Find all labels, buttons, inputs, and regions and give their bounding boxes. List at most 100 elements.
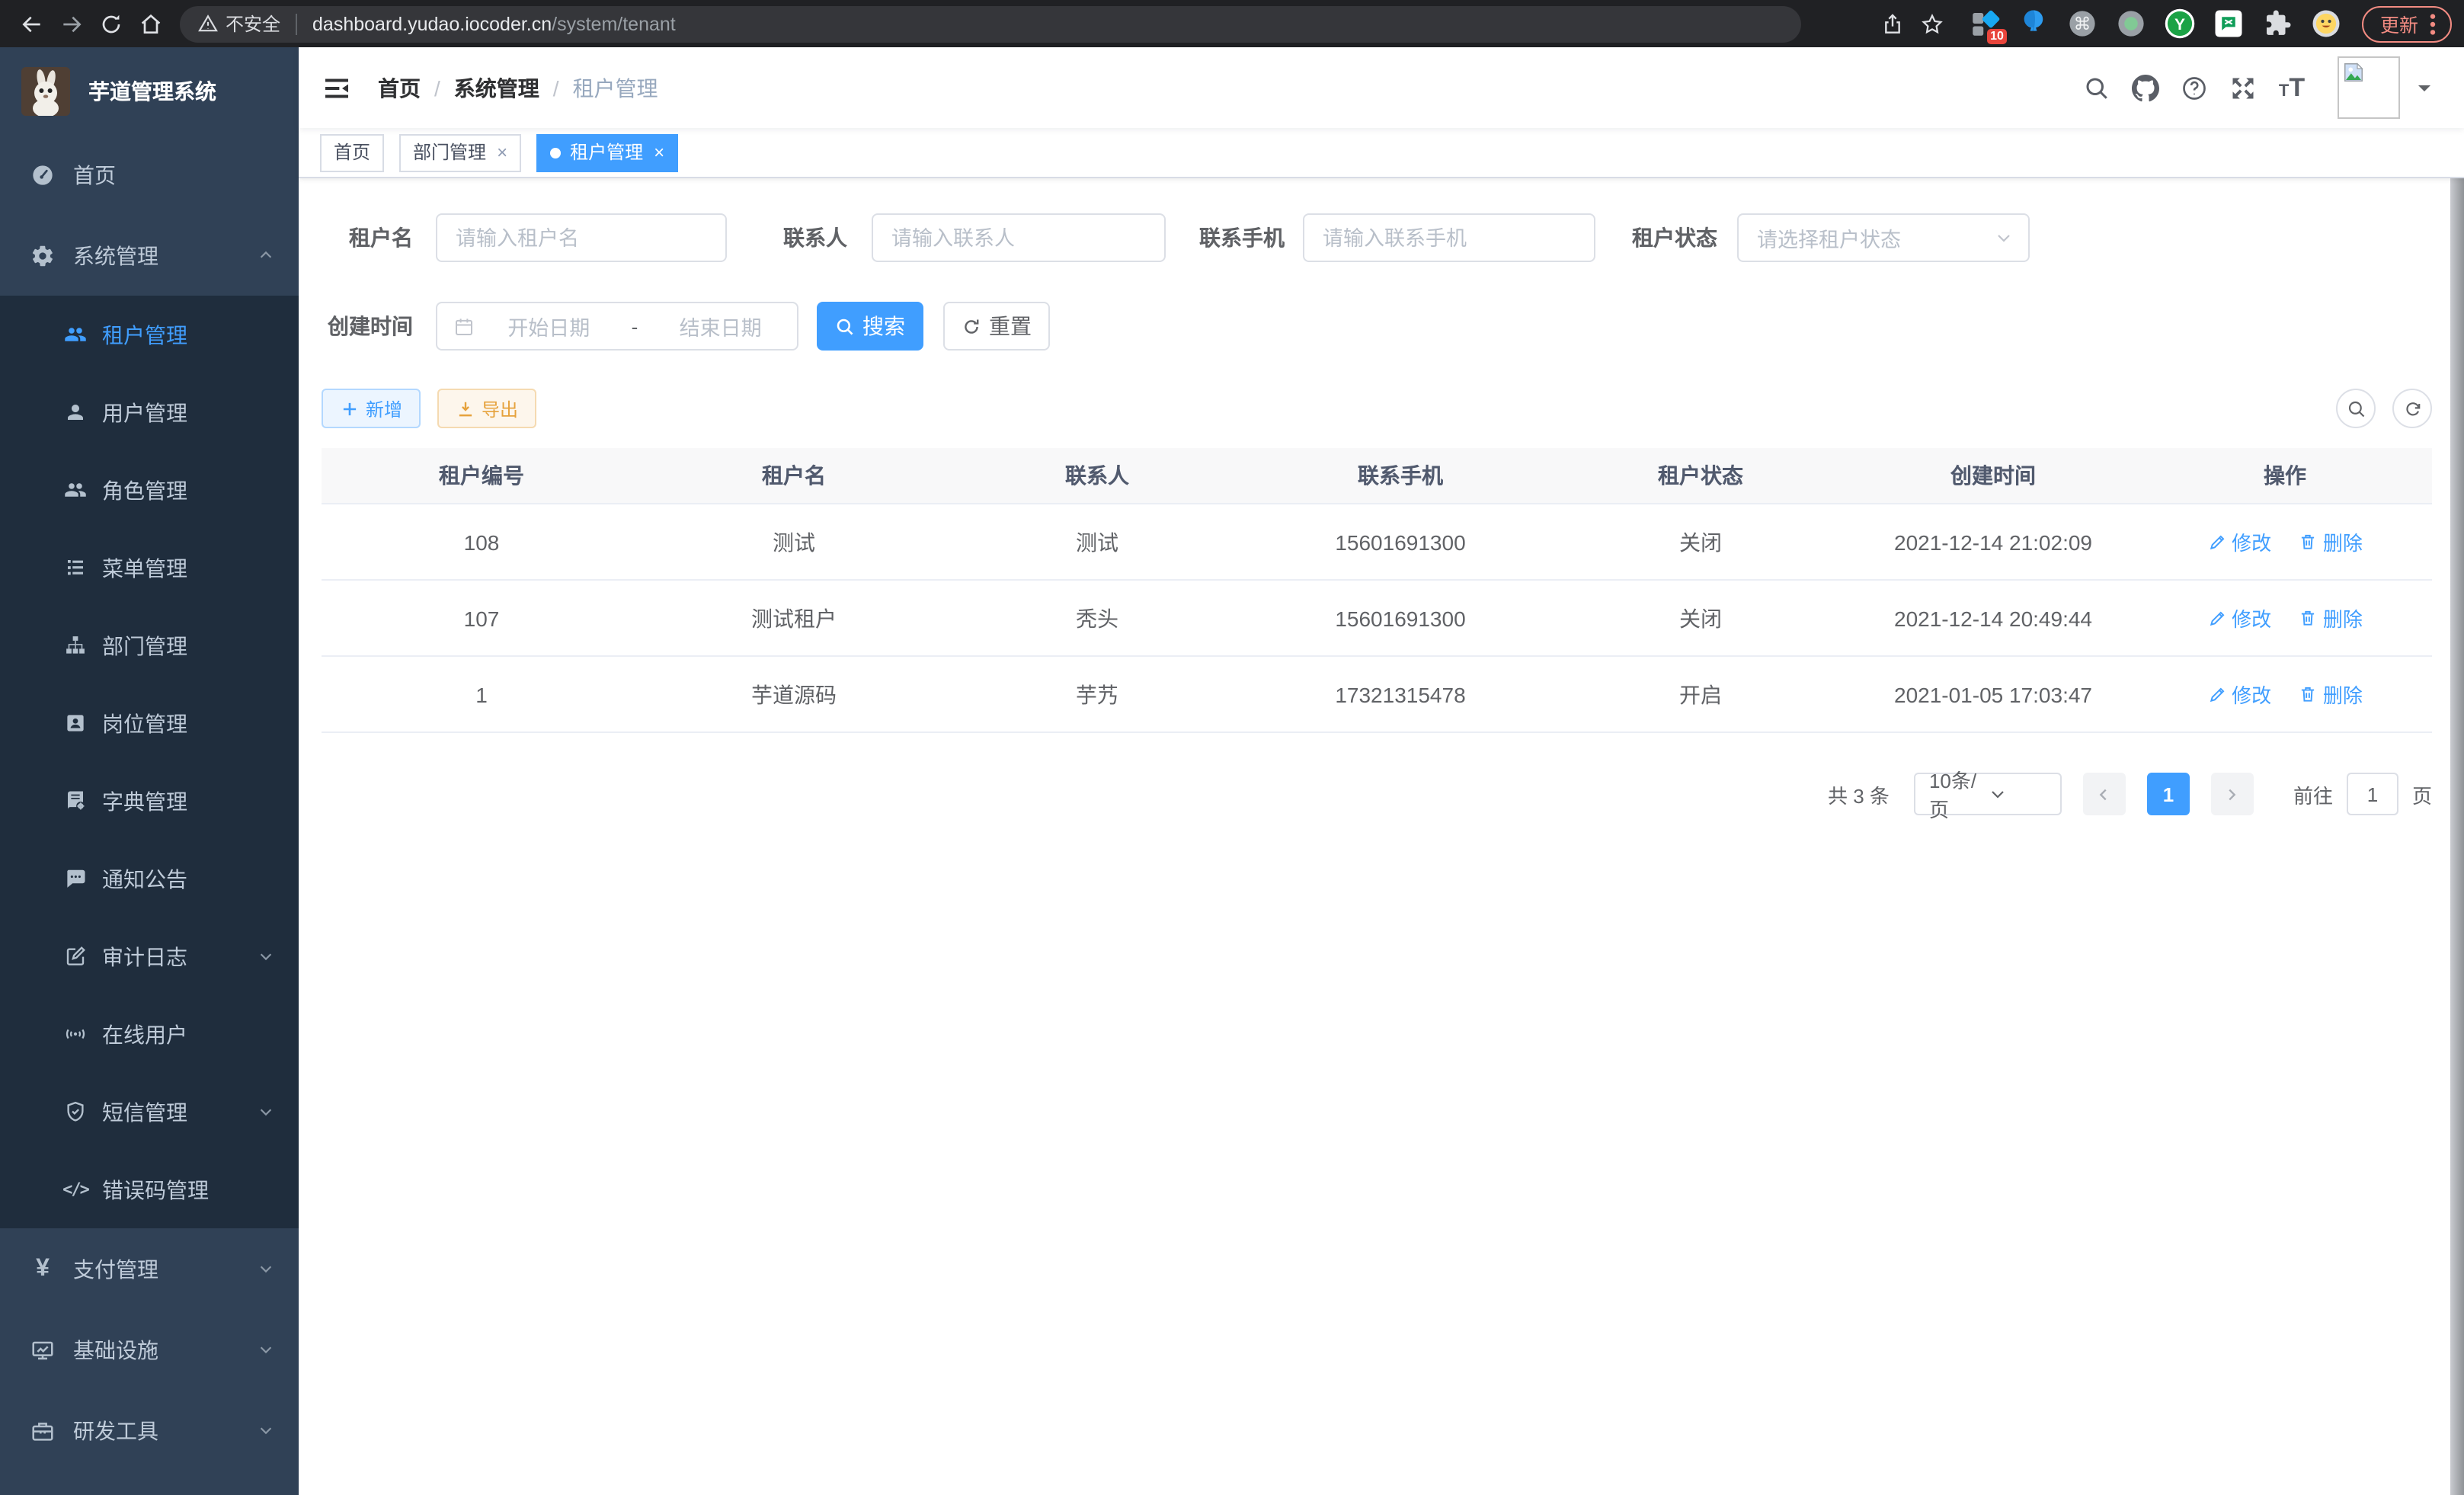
fullscreen-icon[interactable] xyxy=(2219,63,2267,112)
sidebar-item-user[interactable]: 用户管理 xyxy=(0,373,299,451)
sidebar-item-dev-tools[interactable]: 研发工具 xyxy=(0,1390,299,1471)
date-range-picker[interactable]: 开始日期 - 结束日期 xyxy=(436,302,798,351)
edit-link[interactable]: 修改 xyxy=(2207,603,2271,632)
breadcrumb-home[interactable]: 首页 xyxy=(378,72,421,103)
back-icon[interactable] xyxy=(12,4,52,43)
sidebar-item-online-users[interactable]: 在线用户 xyxy=(0,995,299,1073)
tenant-name-input[interactable] xyxy=(436,213,727,262)
cell-contact: 秃头 xyxy=(946,580,1248,656)
col-tenant-name: 租户名 xyxy=(642,448,946,504)
browser-menu-icon[interactable] xyxy=(2429,11,2437,36)
contact-input[interactable] xyxy=(872,213,1166,262)
sidebar-item-label: 短信管理 xyxy=(102,1096,258,1127)
screen: 不安全 dashboard.yudao.iocoder.cn/system/te… xyxy=(0,0,2464,1495)
phone-input[interactable] xyxy=(1303,213,1595,262)
delete-link[interactable]: 删除 xyxy=(2299,603,2363,632)
help-icon[interactable] xyxy=(2170,63,2219,112)
share-icon[interactable] xyxy=(1873,4,1912,43)
pagination: 共 3 条 10条/页 1 前往 页 xyxy=(1828,773,2432,815)
page-size-select[interactable]: 10条/页 xyxy=(1914,773,2062,815)
window-edge-scrollbar[interactable] xyxy=(2450,47,2464,1495)
tab-home[interactable]: 首页 xyxy=(320,133,384,171)
system-submenu: 租户管理 用户管理 角色管理 菜单管理 xyxy=(0,296,299,1228)
delete-link[interactable]: 删除 xyxy=(2299,680,2363,709)
navbar-actions: TT xyxy=(2072,56,2464,119)
forward-icon[interactable] xyxy=(52,4,91,43)
reset-button-label: 重置 xyxy=(989,311,1032,341)
extension-tampermonkey-icon[interactable]: 10 xyxy=(1969,8,2001,40)
sidebar-item-error-code[interactable]: </> 错误码管理 xyxy=(0,1151,299,1228)
next-page-button[interactable] xyxy=(2211,773,2254,815)
extension-recorder-icon[interactable] xyxy=(2115,8,2147,40)
tab-tenant[interactable]: 租户管理 × xyxy=(536,133,678,171)
github-icon[interactable] xyxy=(2121,63,2170,112)
edit-link[interactable]: 修改 xyxy=(2207,527,2271,556)
sidebar-item-infra[interactable]: 基础设施 xyxy=(0,1309,299,1390)
address-bar[interactable]: 不安全 dashboard.yudao.iocoder.cn/system/te… xyxy=(180,5,1801,42)
bookmark-star-icon[interactable] xyxy=(1912,4,1952,43)
sidebar-item-post[interactable]: 岗位管理 xyxy=(0,684,299,762)
header-search-icon[interactable] xyxy=(2072,63,2121,112)
avatar[interactable] xyxy=(2338,56,2400,119)
page-number-current[interactable]: 1 xyxy=(2147,773,2190,815)
plus-icon xyxy=(340,399,360,418)
tree-list-icon xyxy=(64,556,87,579)
tab-dept[interactable]: 部门管理 × xyxy=(399,133,521,171)
search-button[interactable]: 搜索 xyxy=(817,302,923,351)
export-button[interactable]: 导出 xyxy=(437,389,536,428)
reset-button[interactable]: 重置 xyxy=(943,302,1050,351)
avatar-caret-icon[interactable] xyxy=(2418,85,2430,97)
sidebar-item-menu[interactable]: 菜单管理 xyxy=(0,529,299,607)
cell-phone: 15601691300 xyxy=(1248,580,1553,656)
sidebar-item-home[interactable]: 首页 xyxy=(0,134,299,215)
tenant-table: 租户编号 租户名 联系人 联系手机 租户状态 创建时间 操作 108 测试 测试 xyxy=(322,448,2432,733)
extension-emoji-icon[interactable] xyxy=(2310,8,2342,40)
table-refresh-button[interactable] xyxy=(2392,389,2432,428)
user-icon xyxy=(64,401,87,424)
table-search-button[interactable] xyxy=(2336,389,2376,428)
sidebar-item-role[interactable]: 角色管理 xyxy=(0,451,299,529)
add-button-label: 新增 xyxy=(366,395,402,421)
sidebar-item-audit-log[interactable]: 审计日志 xyxy=(0,917,299,995)
monitor-icon xyxy=(30,1337,55,1362)
edit-link[interactable]: 修改 xyxy=(2207,680,2271,709)
cell-tenant-id: 1 xyxy=(322,656,642,732)
prev-page-button[interactable] xyxy=(2083,773,2126,815)
extension-yuque-icon[interactable]: Y xyxy=(2164,8,2196,40)
sidebar-item-tenant[interactable]: 租户管理 xyxy=(0,296,299,373)
breadcrumb-system[interactable]: 系统管理 xyxy=(454,72,539,103)
cell-phone: 17321315478 xyxy=(1248,656,1553,732)
app-logo[interactable]: 芋道管理系统 xyxy=(0,47,299,134)
cell-status: 关闭 xyxy=(1553,504,1848,580)
reload-icon[interactable] xyxy=(91,4,131,43)
sidebar-item-sms[interactable]: 短信管理 xyxy=(0,1073,299,1151)
extension-command-icon[interactable]: ⌘ xyxy=(2066,8,2098,40)
close-icon[interactable]: × xyxy=(654,143,664,162)
goto-page-input[interactable] xyxy=(2347,773,2398,815)
add-button[interactable]: 新增 xyxy=(322,389,421,428)
browser-toolbar: 不安全 dashboard.yudao.iocoder.cn/system/te… xyxy=(0,0,2464,47)
font-size-icon[interactable]: TT xyxy=(2267,63,2316,112)
extension-chat-icon[interactable] xyxy=(2213,8,2245,40)
sidebar-toggle-icon[interactable] xyxy=(322,72,352,103)
status-select[interactable]: 请选择租户状态 xyxy=(1737,213,2030,262)
sidebar-item-dict[interactable]: 字典管理 xyxy=(0,762,299,840)
tab-label: 首页 xyxy=(334,135,370,170)
sidebar-item-payment[interactable]: ¥ 支付管理 xyxy=(0,1228,299,1309)
sidebar-item-dept[interactable]: 部门管理 xyxy=(0,607,299,684)
browser-update-button[interactable]: 更新 xyxy=(2362,5,2452,42)
page-content: 租户名 联系人 联系手机 租户状态 请选择租户状态 创建时间 xyxy=(299,178,2464,1495)
table-row: 107 测试租户 秃头 15601691300 关闭 2021-12-14 20… xyxy=(322,580,2432,656)
url-divider xyxy=(296,13,297,34)
sidebar-item-system[interactable]: 系统管理 xyxy=(0,215,299,296)
security-status[interactable]: 不安全 xyxy=(198,11,280,37)
extensions-puzzle-icon[interactable] xyxy=(2261,8,2293,40)
sidebar-item-notice[interactable]: 通知公告 xyxy=(0,840,299,917)
extension-balloon-icon[interactable] xyxy=(2018,8,2050,40)
delete-link[interactable]: 删除 xyxy=(2299,527,2363,556)
home-icon[interactable] xyxy=(131,4,171,43)
chevron-right-icon xyxy=(2224,786,2241,802)
trash-icon xyxy=(2299,532,2318,552)
close-icon[interactable]: × xyxy=(497,143,507,162)
sidebar-item-label: 岗位管理 xyxy=(102,708,274,738)
